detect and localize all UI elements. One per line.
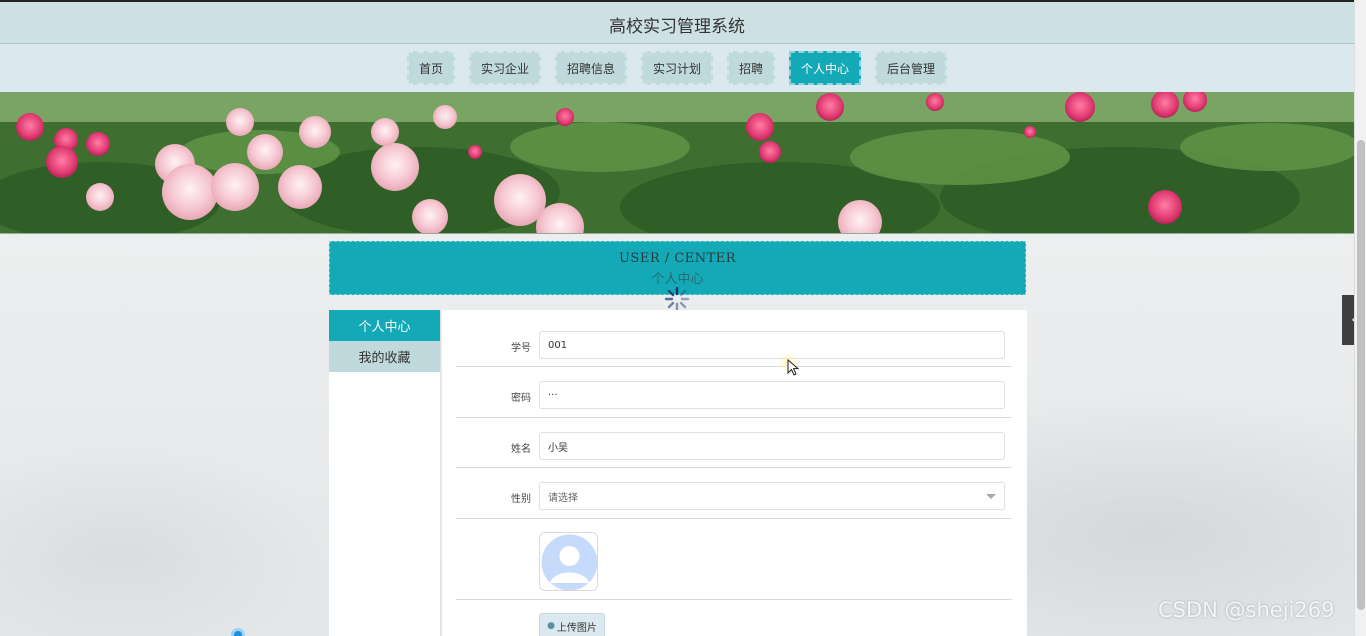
password-label: 密码: [511, 393, 531, 404]
name-input[interactable]: [539, 432, 1005, 460]
profile-form: 学号 密码 姓名 性别 请选择 ● 上传图片: [442, 310, 1027, 636]
banner-flowers-graphic: [0, 92, 1354, 233]
user-avatar-icon: [540, 533, 597, 590]
upload-image-label: 上传图片: [556, 622, 597, 634]
name-label: 姓名: [511, 444, 531, 455]
chevron-down-icon: [986, 494, 996, 499]
student-id-input[interactable]: [539, 331, 1005, 359]
nav-item-internship-plan[interactable]: 实习计划: [640, 51, 713, 85]
upload-image-button[interactable]: ● 上传图片: [539, 613, 605, 636]
password-input[interactable]: [539, 381, 1005, 409]
user-center-title-cn: 个人中心: [651, 272, 704, 287]
nav-item-job-info[interactable]: 招聘信息: [554, 51, 627, 85]
gender-select[interactable]: 请选择: [539, 482, 1005, 510]
mouse-cursor-icon: [787, 359, 800, 376]
nav-item-user-center[interactable]: 个人中心: [789, 51, 862, 85]
sidebar-item-favorites[interactable]: 我的收藏: [329, 341, 440, 372]
site-title: 高校实习管理系统: [609, 17, 745, 37]
flower-banner-image: [0, 92, 1354, 234]
user-sidebar: 个人中心 我的收藏: [329, 310, 441, 636]
upload-icon: ●: [547, 621, 555, 631]
loading-spinner-icon: [664, 286, 690, 312]
form-row-gender: 性别 请选择: [456, 468, 1012, 519]
form-row-name: 姓名: [456, 418, 1012, 468]
nav-item-recruit[interactable]: 招聘: [727, 51, 776, 85]
form-row-student-id: 学号: [456, 326, 1012, 367]
student-id-label: 学号: [511, 343, 531, 354]
form-row-password: 密码: [456, 367, 1012, 418]
floating-dot-icon: [231, 628, 245, 636]
gender-select-placeholder: 请选择: [548, 492, 578, 504]
gender-label: 性别: [511, 494, 531, 505]
main-nav: 首页 实习企业 招聘信息 实习计划 招聘 个人中心 后台管理: [0, 44, 1354, 92]
user-center-title-en: USER / CENTER: [618, 251, 737, 266]
scrollbar-thumb[interactable]: [1357, 140, 1365, 610]
csdn-watermark: CSDN @sheji269: [1158, 598, 1335, 622]
nav-item-companies[interactable]: 实习企业: [468, 51, 541, 85]
page-scrollbar[interactable]: [1354, 0, 1366, 636]
avatar-placeholder[interactable]: [539, 532, 598, 591]
nav-item-admin[interactable]: 后台管理: [875, 51, 948, 85]
sidebar-item-user-center[interactable]: 个人中心: [329, 310, 440, 341]
nav-item-home[interactable]: 首页: [406, 51, 455, 85]
site-header: 高校实习管理系统: [0, 0, 1354, 44]
